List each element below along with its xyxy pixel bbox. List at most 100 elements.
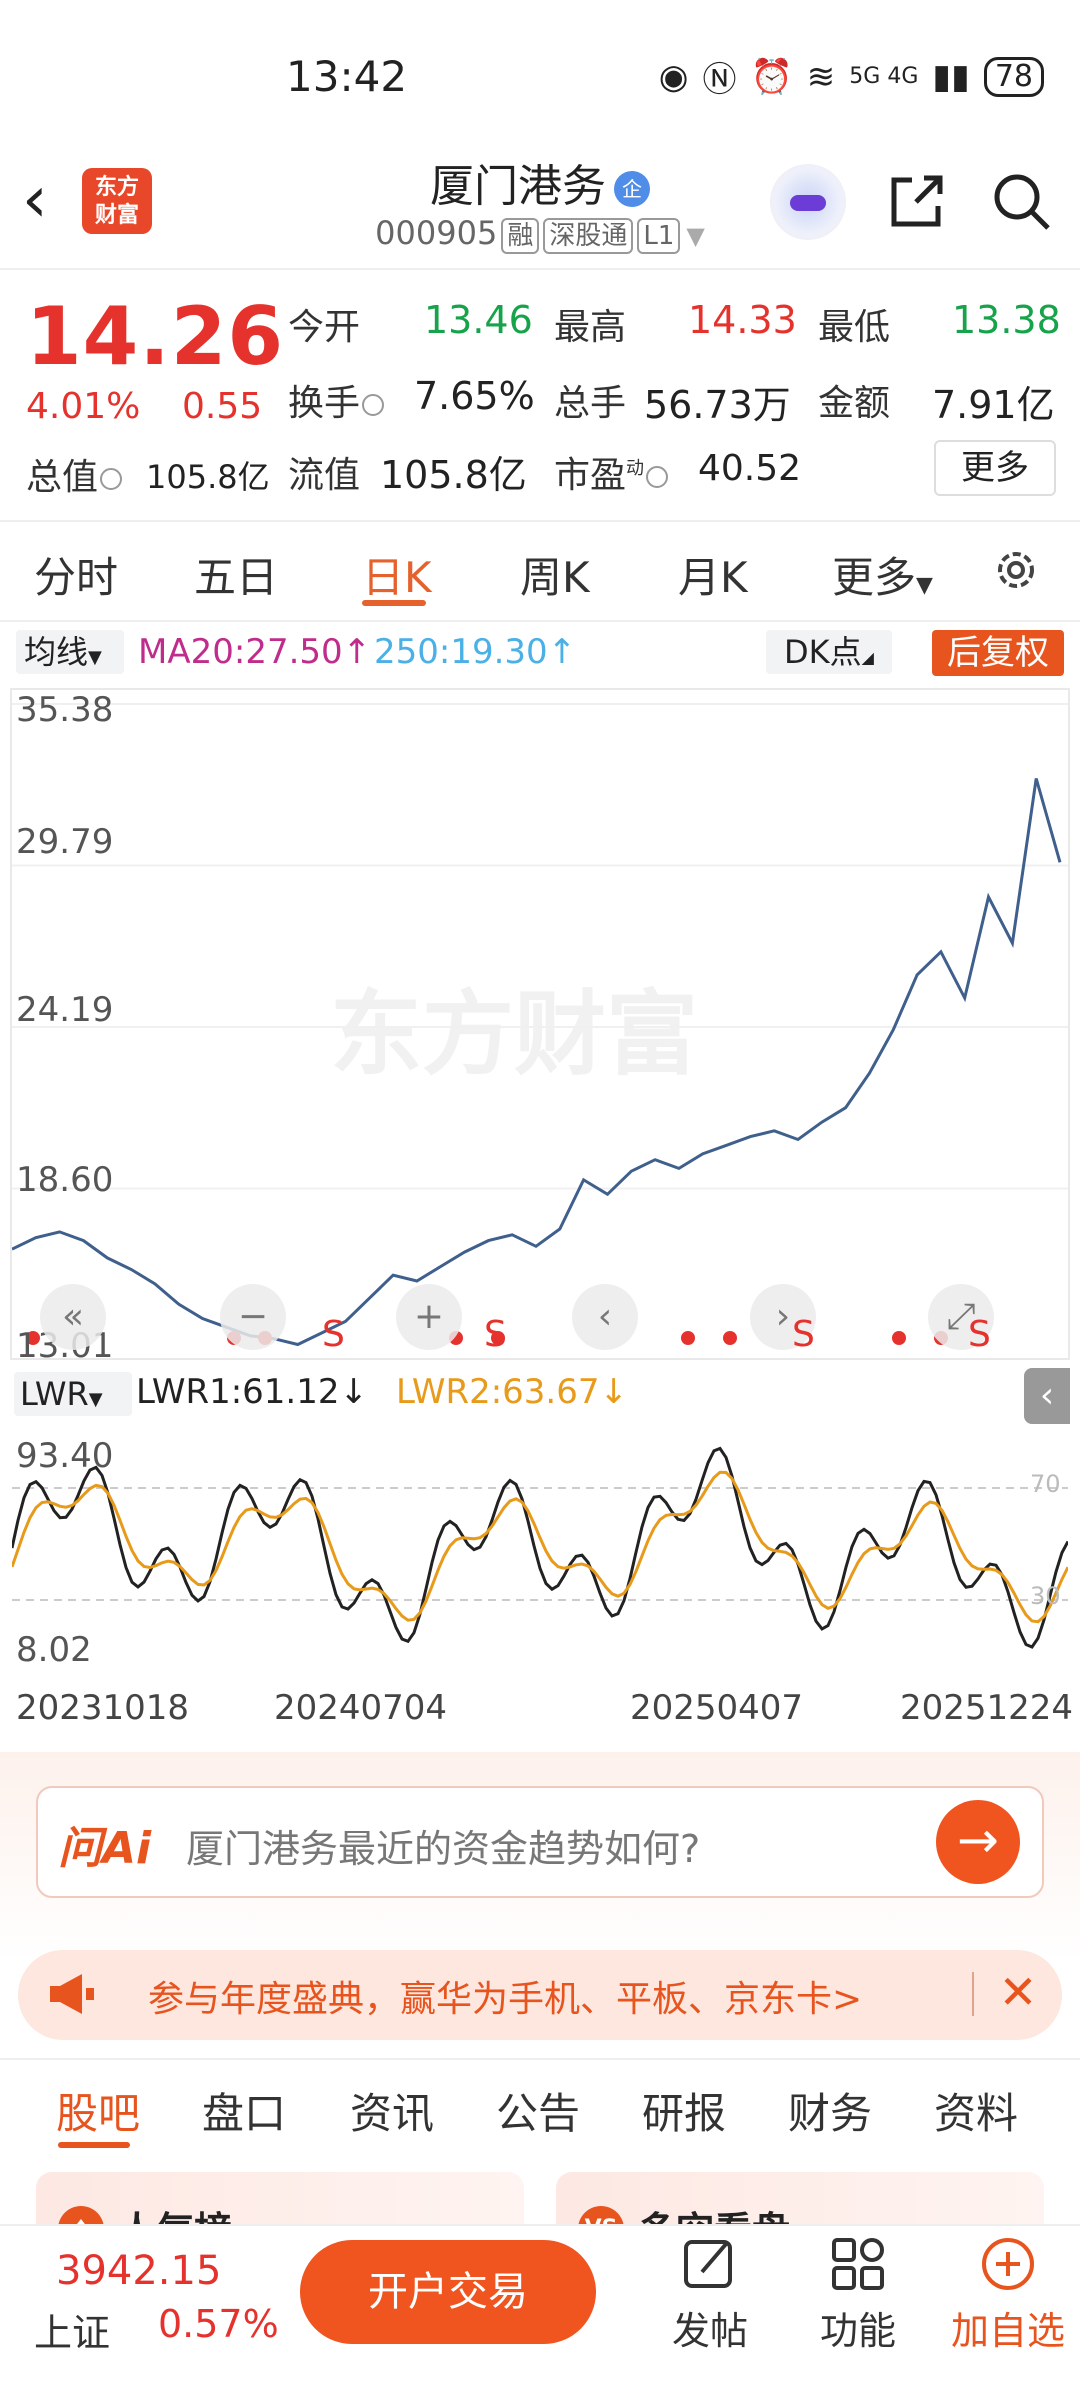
- arrow-up-icon: ↑: [547, 632, 577, 672]
- arrow-right-icon[interactable]: →: [936, 1800, 1020, 1884]
- lwr-chart[interactable]: [12, 1428, 1068, 1668]
- zoom-out-button[interactable]: −: [220, 1284, 286, 1350]
- info-icon[interactable]: [362, 394, 385, 416]
- divider: [0, 2058, 1080, 2060]
- lwr-axis-top: 93.40: [16, 1436, 114, 1476]
- lwr-axis-bottom: 8.02: [16, 1630, 92, 1670]
- caret-down-icon: ▼: [916, 573, 933, 598]
- turnover-value: 7.65%: [414, 374, 535, 418]
- turnover-label-text: 换手: [288, 383, 361, 424]
- price-series-line: [12, 778, 1062, 1347]
- index-name[interactable]: 上证: [34, 2302, 110, 2357]
- lwr-ref-30: 30: [1030, 1582, 1061, 1610]
- tab-more[interactable]: 更多▼: [832, 544, 933, 605]
- tab-forum[interactable]: 股吧: [56, 2080, 140, 2141]
- close-icon[interactable]: ✕: [988, 1962, 1048, 2022]
- rewind-button[interactable]: «: [40, 1284, 106, 1350]
- tab-daily-k[interactable]: 日K: [362, 544, 432, 605]
- arrow-down-icon: ↓: [339, 1372, 369, 1412]
- amount-value: 7.91亿: [932, 383, 1055, 427]
- tab-announcements[interactable]: 公告: [496, 2080, 580, 2141]
- low-label: 最低: [818, 307, 891, 348]
- chevron-down-icon[interactable]: ▼: [686, 222, 704, 250]
- network-label: 5G 4G: [849, 64, 919, 89]
- side-panel-toggle[interactable]: ‹: [1024, 1368, 1070, 1424]
- tab-profile[interactable]: 资料: [934, 2080, 1018, 2141]
- x-axis-label: 20251224: [900, 1688, 1074, 1728]
- zoom-in-button[interactable]: +: [396, 1284, 462, 1350]
- ai-prompt[interactable]: 厦门港务最近的资金趋势如何?: [186, 1818, 700, 1873]
- dk-button[interactable]: DK点◢: [766, 630, 892, 674]
- ma-select[interactable]: 均线▼: [16, 630, 124, 674]
- info-icon[interactable]: [646, 466, 669, 488]
- tab-order-book[interactable]: 盘口: [202, 2080, 286, 2141]
- more-button[interactable]: 更多: [934, 440, 1056, 496]
- x-axis-label: 20250407: [630, 1688, 804, 1728]
- tab-news[interactable]: 资讯: [350, 2080, 434, 2141]
- tab-finance[interactable]: 财务: [788, 2080, 872, 2141]
- y-axis-label: 24.19: [16, 990, 114, 1030]
- edit-icon[interactable]: [680, 2234, 740, 2294]
- ma250-label: 250:19.30↑: [374, 632, 576, 672]
- y-axis-label: 35.38: [16, 690, 114, 730]
- signal-dot: [681, 1331, 695, 1345]
- pe-label-text: 市盈: [554, 455, 627, 496]
- price-chart[interactable]: [12, 690, 1068, 1360]
- tab-monthly-k[interactable]: 月K: [678, 544, 748, 605]
- arrow-down-icon: ↓: [599, 1372, 629, 1412]
- index-value[interactable]: 3942.15: [56, 2248, 221, 2294]
- robot-eye: [790, 195, 826, 211]
- tab-five-day[interactable]: 五日: [194, 544, 278, 605]
- divider: [0, 520, 1080, 522]
- tab-research[interactable]: 研报: [642, 2080, 726, 2141]
- ai-logo: 问Ai: [58, 1823, 152, 1874]
- tag-level: L1: [637, 218, 681, 254]
- open-value: 13.46: [424, 298, 533, 342]
- wifi-icon: ≋: [806, 56, 836, 97]
- x-axis-label: 20240704: [274, 1688, 448, 1728]
- plus-circle-icon[interactable]: [978, 2234, 1038, 2294]
- float-value: 105.8亿: [380, 453, 527, 497]
- ma20-value: MA20:27.50: [138, 632, 343, 672]
- ma-select-label: 均线: [24, 633, 89, 671]
- tab-intraday[interactable]: 分时: [34, 544, 118, 605]
- lwr-select-label: LWR: [20, 1375, 89, 1413]
- total-value: 105.8亿: [146, 458, 270, 496]
- signal-dot: [892, 1331, 906, 1345]
- lwr-select[interactable]: LWR▼: [14, 1372, 132, 1416]
- low-value: 13.38: [952, 298, 1061, 342]
- float-value-label: 流值: [288, 455, 361, 496]
- signal-s: S: [968, 1314, 991, 1355]
- pe-value: 40.52: [698, 448, 802, 489]
- search-icon[interactable]: [990, 170, 1052, 232]
- tab-underline: [362, 600, 426, 606]
- add-watchlist-button[interactable]: 加自选: [948, 2300, 1068, 2355]
- caret-down-icon: ▼: [88, 1389, 103, 1410]
- signal-s: S: [792, 1314, 815, 1355]
- tab-weekly-k[interactable]: 周K: [520, 544, 590, 605]
- divider: [0, 620, 1080, 622]
- high-label: 最高: [554, 307, 627, 348]
- lwr1-series-line: [12, 1446, 1068, 1649]
- pe-sup: 动: [626, 458, 645, 479]
- signal-dot: [723, 1331, 737, 1345]
- index-change[interactable]: 0.57%: [158, 2302, 279, 2346]
- banner-text[interactable]: 参与年度盛典，赢华为手机、平板、京东卡>: [148, 1970, 862, 2022]
- gear-icon[interactable]: [990, 544, 1042, 596]
- info-icon[interactable]: [100, 468, 123, 490]
- prev-button[interactable]: ‹: [572, 1284, 638, 1350]
- lwr1-value: LWR1:61.12: [136, 1372, 340, 1412]
- pe-label: 市盈动: [554, 446, 670, 498]
- divider: [972, 1972, 974, 2016]
- adjust-button[interactable]: 后复权: [932, 630, 1064, 676]
- arrow-up-icon: ↑: [342, 632, 372, 672]
- share-icon[interactable]: [886, 170, 948, 232]
- stock-code: 000905: [375, 214, 498, 252]
- open-account-button[interactable]: 开户交易: [300, 2240, 596, 2344]
- divider: [0, 268, 1080, 270]
- post-button[interactable]: 发帖: [650, 2300, 770, 2355]
- lwr1-label: LWR1:61.12↓: [136, 1372, 368, 1412]
- functions-button[interactable]: 功能: [798, 2300, 918, 2355]
- grid-icon[interactable]: [828, 2234, 888, 2294]
- nfc-icon: Ⓝ: [702, 60, 737, 100]
